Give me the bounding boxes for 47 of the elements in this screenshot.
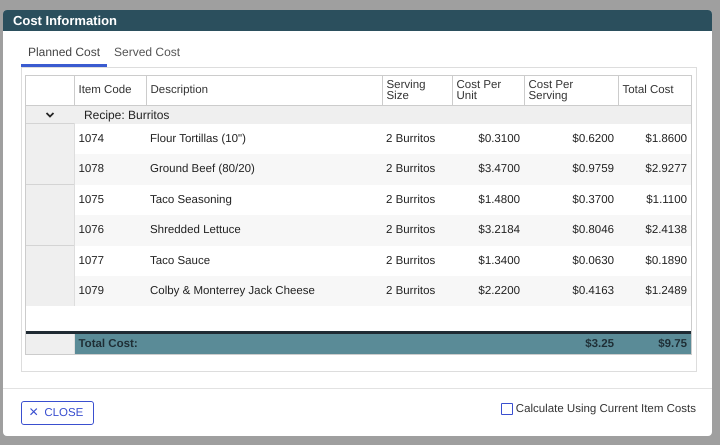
table-cell: Flour Tortillas (10") <box>146 124 382 154</box>
table-cell: 1076 <box>74 215 146 246</box>
chevron-down-icon[interactable] <box>45 110 55 118</box>
checkbox-label: Calculate Using Current Item Costs <box>516 402 696 414</box>
table-cell: $9.75 <box>618 332 691 354</box>
group-label: Recipe: Burritos <box>84 108 170 122</box>
table-cell: $0.9759 <box>524 154 618 184</box>
table-cell: $0.8046 <box>524 215 618 246</box>
table-cell: $2.4138 <box>618 215 691 246</box>
table-cell: $3.4700 <box>452 154 524 184</box>
table-cell: $3.2184 <box>452 215 524 246</box>
total-label: Total Cost: <box>74 332 524 354</box>
table-cell: Taco Seasoning <box>146 184 382 215</box>
table-cell: 2 Burritos <box>382 184 452 215</box>
table-cell: $1.1100 <box>618 184 691 215</box>
table-cell: Taco Sauce <box>146 246 382 276</box>
table-cell: $0.3100 <box>452 124 524 154</box>
table-cell: 2 Burritos <box>382 215 452 246</box>
table-cell: $1.4800 <box>452 184 524 215</box>
table-cell: $0.1890 <box>618 246 691 276</box>
tab[interactable]: Served Cost <box>107 39 188 67</box>
dialog-title: Cost Information <box>3 10 712 31</box>
table-cell: 1075 <box>74 184 146 215</box>
table-cell: $3.25 <box>524 332 618 354</box>
table-cell: 1079 <box>74 276 146 306</box>
table-cell: 2 Burritos <box>382 246 452 276</box>
table-cell: $0.6200 <box>524 124 618 154</box>
table-cell: Colby & Monterrey Jack Cheese <box>146 276 382 306</box>
table-cell: Shredded Lettuce <box>146 215 382 246</box>
table-cell: $1.3400 <box>452 246 524 276</box>
table-cell: $2.2200 <box>452 276 524 306</box>
table-cell: 1077 <box>74 246 146 276</box>
table-cell: $2.9277 <box>618 154 691 184</box>
table-cell: $0.3700 <box>524 184 618 215</box>
table-cell: 2 Burritos <box>382 276 452 306</box>
table-cell: 2 Burritos <box>382 154 452 184</box>
table-cell: $1.2489 <box>618 276 691 306</box>
table-cell: Ground Beef (80/20) <box>146 154 382 184</box>
table-cell: $1.8600 <box>618 124 691 154</box>
checkbox[interactable] <box>500 402 513 414</box>
table-cell: $0.4163 <box>524 276 618 306</box>
tab[interactable]: Planned Cost <box>21 39 108 67</box>
table-cell: 1074 <box>74 124 146 154</box>
table-cell: 2 Burritos <box>382 124 452 154</box>
close-button[interactable]: × CLOSE <box>21 400 94 424</box>
table-cell: 1078 <box>74 154 146 184</box>
table-cell: $0.0630 <box>524 246 618 276</box>
